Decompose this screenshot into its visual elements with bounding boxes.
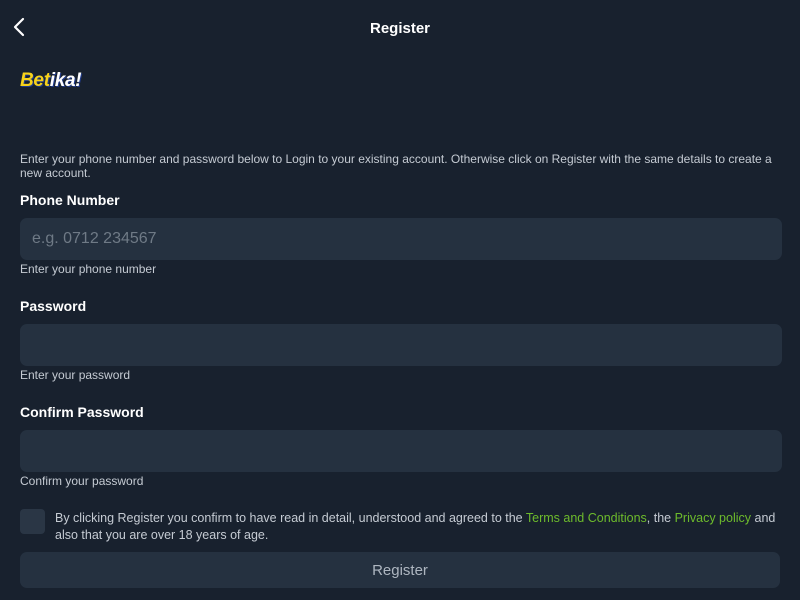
consent-text-middle: , the (646, 511, 675, 525)
consent-text-before: By clicking Register you confirm to have… (55, 511, 526, 525)
logo-part-ika: ika! (49, 70, 82, 91)
password-label: Password (20, 298, 87, 314)
confirm-password-label: Confirm Password (20, 404, 144, 420)
phone-number-input[interactable] (20, 218, 782, 260)
betika-logo: Bet ika! (20, 70, 82, 98)
password-hint: Enter your password (20, 368, 131, 382)
terms-link[interactable]: Terms and Conditions (526, 511, 647, 525)
privacy-link[interactable]: Privacy policy (675, 511, 751, 525)
page-title: Register (369, 20, 431, 37)
password-input[interactable] (20, 324, 782, 366)
register-page: Register Bet ika! Enter your phone number… (0, 0, 800, 600)
confirm-password-input[interactable] (20, 430, 782, 472)
phone-label: Phone Number (20, 192, 120, 208)
logo-part-bet: Bet (20, 70, 50, 91)
confirm-password-hint: Confirm your password (20, 474, 144, 488)
register-button[interactable]: Register (20, 552, 780, 588)
consent-text: By clicking Register you confirm to have… (55, 510, 785, 544)
header: Register (0, 0, 800, 58)
intro-text: Enter your phone number and password bel… (20, 152, 772, 180)
consent-checkbox[interactable] (20, 509, 45, 534)
phone-hint: Enter your phone number (20, 262, 157, 276)
